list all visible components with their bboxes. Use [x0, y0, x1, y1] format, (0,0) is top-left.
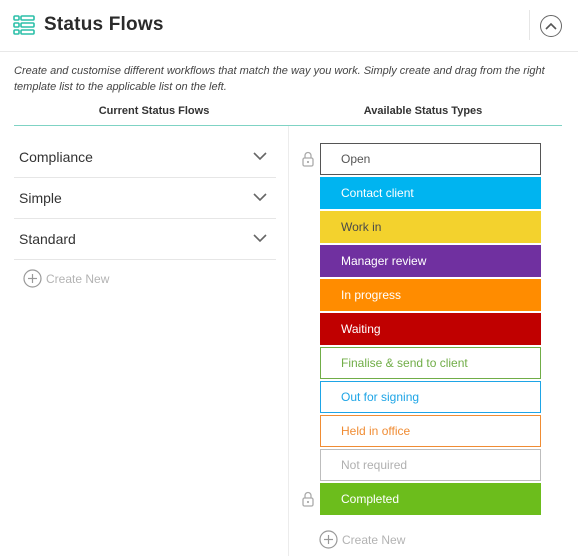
flow-label: Standard: [19, 231, 76, 247]
status-label: Contact client: [341, 186, 414, 200]
create-new-label: Create New: [46, 271, 110, 286]
status-label: Out for signing: [341, 390, 420, 404]
status-label: Waiting: [341, 322, 381, 336]
current-flows-heading: Current Status Flows: [98, 105, 210, 117]
status-item-work-in[interactable]: Work in: [320, 211, 541, 243]
current-flows-list: Compliance Simple Standard: [14, 137, 276, 260]
status-label: Manager review: [341, 254, 427, 268]
flow-item-simple[interactable]: Simple: [14, 178, 276, 219]
page-title: Status Flows: [44, 14, 164, 35]
status-item-manager-review[interactable]: Manager review: [320, 245, 541, 277]
status-item-finalise-send[interactable]: Finalise & send to client: [320, 347, 541, 379]
chevron-down-icon[interactable]: [253, 234, 267, 243]
flow-label: Simple: [19, 190, 62, 206]
status-label: Finalise & send to client: [341, 356, 468, 370]
status-item-held-in-office[interactable]: Held in office: [320, 415, 541, 447]
status-label: Open: [341, 152, 371, 166]
available-status-list: Open Contact client Work in Manager revi…: [320, 143, 541, 517]
status-item-waiting[interactable]: Waiting: [320, 313, 541, 345]
flow-item-standard[interactable]: Standard: [14, 219, 276, 260]
status-label: Not required: [341, 458, 408, 472]
status-item-out-for-signing[interactable]: Out for signing: [320, 381, 541, 413]
status-item-completed[interactable]: Completed: [320, 483, 541, 515]
add-circle-icon: [319, 530, 338, 549]
status-item-contact-client[interactable]: Contact client: [320, 177, 541, 209]
list-settings-icon: [13, 15, 35, 35]
create-new-label: Create New: [342, 532, 406, 547]
flow-label: Compliance: [19, 149, 93, 165]
collapse-button[interactable]: [540, 15, 562, 37]
add-circle-icon: [23, 269, 42, 288]
status-item-in-progress[interactable]: In progress: [320, 279, 541, 311]
column-divider: [288, 126, 289, 556]
lock-icon: [302, 151, 314, 167]
status-label: Completed: [341, 492, 400, 506]
status-item-not-required[interactable]: Not required: [320, 449, 541, 481]
create-new-status-button[interactable]: Create New: [319, 530, 405, 549]
chevron-down-icon[interactable]: [253, 193, 267, 202]
status-label: Held in office: [341, 424, 411, 438]
lock-icon: [302, 491, 314, 507]
instructions-text: Create and customise different workflows…: [14, 65, 545, 93]
chevron-down-icon[interactable]: [253, 152, 267, 161]
flow-item-compliance[interactable]: Compliance: [14, 137, 276, 178]
panel-header: Status Flows: [0, 0, 578, 52]
status-item-open[interactable]: Open: [320, 143, 541, 175]
chevron-up-icon: [545, 22, 557, 30]
status-label: Work in: [341, 220, 382, 234]
header-divider: [529, 10, 530, 40]
status-label: In progress: [341, 288, 402, 302]
create-new-flow-button[interactable]: Create New: [23, 269, 109, 288]
available-types-heading: Available Status Types: [363, 105, 483, 117]
